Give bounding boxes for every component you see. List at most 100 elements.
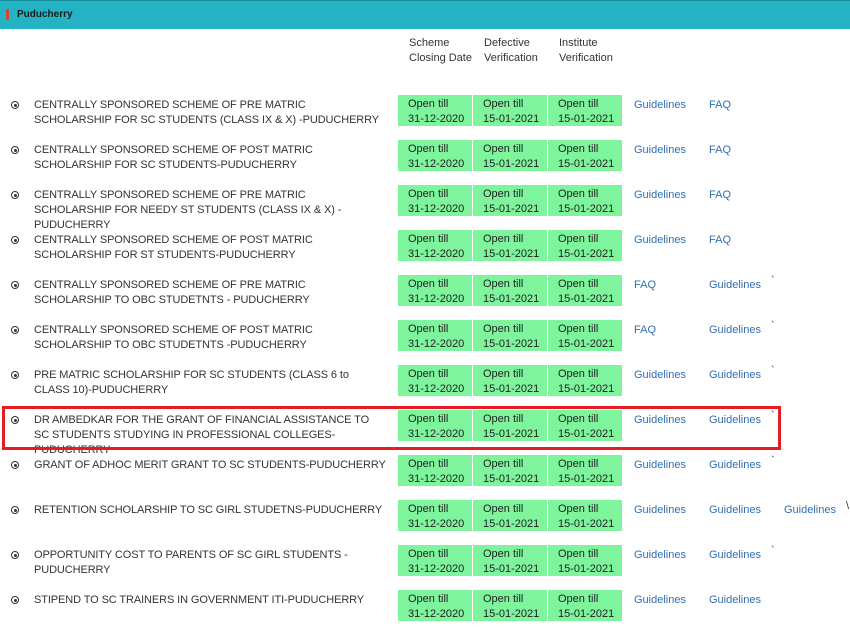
scheme-radio-button[interactable] <box>11 236 19 244</box>
scheme-radio-button[interactable] <box>11 461 19 469</box>
faq-link[interactable]: FAQ <box>709 188 731 203</box>
guidelines-link[interactable]: Guidelines <box>784 503 836 518</box>
status-label: Open till <box>558 593 599 605</box>
status-label: Open till <box>483 323 524 335</box>
region-header[interactable]: Puducherry <box>0 0 850 29</box>
status-date: 31-12-2020 <box>408 113 465 125</box>
guidelines-link[interactable]: Guidelines <box>634 368 686 383</box>
status-label: Open till <box>558 503 599 515</box>
status-label: Open till <box>558 98 599 110</box>
status-label: Open till <box>483 503 524 515</box>
status-date: 31-12-2020 <box>408 563 465 575</box>
institute-verification-status: Open till 15-01-2021 <box>548 365 622 396</box>
column-header-defective-verification: Defective Verification <box>484 37 538 64</box>
status-date: 31-12-2020 <box>408 293 465 305</box>
status-date: 15-01-2021 <box>483 383 540 395</box>
stray-mark: ` <box>771 545 775 557</box>
status-date: 15-01-2021 <box>483 293 540 305</box>
status-date: 15-01-2021 <box>558 338 615 350</box>
status-date: 15-01-2021 <box>558 383 615 395</box>
closing-date-status: Open till 31-12-2020 <box>398 230 472 261</box>
institute-verification-status: Open till 15-01-2021 <box>548 500 622 531</box>
scheme-name: CENTRALLY SPONSORED SCHEME OF PRE MATRIC… <box>34 279 310 306</box>
guidelines-link[interactable]: Guidelines <box>634 503 686 518</box>
scheme-name: OPPORTUNITY COST TO PARENTS OF SC GIRL S… <box>34 549 348 576</box>
status-label: Open till <box>483 98 524 110</box>
defective-verification-status: Open till 15-01-2021 <box>473 230 547 261</box>
guidelines-link[interactable]: Guidelines <box>709 548 761 563</box>
scheme-radio-button[interactable] <box>11 326 19 334</box>
scheme-row: STIPEND TO SC TRAINERS IN GOVERNMENT ITI… <box>0 590 850 638</box>
status-label: Open till <box>558 323 599 335</box>
institute-verification-status: Open till 15-01-2021 <box>548 275 622 306</box>
status-label: Open till <box>408 548 449 560</box>
status-date: 15-01-2021 <box>558 473 615 485</box>
defective-verification-status: Open till 15-01-2021 <box>473 320 547 351</box>
scheme-radio-button[interactable] <box>11 101 19 109</box>
status-label: Open till <box>408 278 449 290</box>
closing-date-status: Open till 31-12-2020 <box>398 455 472 486</box>
status-label: Open till <box>558 188 599 200</box>
guidelines-link[interactable]: Guidelines <box>634 143 686 158</box>
stray-mark: ` <box>771 455 775 467</box>
scheme-radio-button[interactable] <box>11 191 19 199</box>
scheme-radio-button[interactable] <box>11 551 19 559</box>
scheme-name: CENTRALLY SPONSORED SCHEME OF PRE MATRIC… <box>34 99 380 126</box>
guidelines-link[interactable]: Guidelines <box>709 593 761 608</box>
institute-verification-status: Open till 15-01-2021 <box>548 95 622 126</box>
status-label: Open till <box>408 143 449 155</box>
scheme-radio-button[interactable] <box>11 596 19 604</box>
scheme-row: CENTRALLY SPONSORED SCHEME OF POST MATRI… <box>0 320 850 368</box>
guidelines-link[interactable]: Guidelines <box>709 323 761 338</box>
defective-verification-status: Open till 15-01-2021 <box>473 365 547 396</box>
scheme-radio-button[interactable] <box>11 146 19 154</box>
guidelines-link[interactable]: Guidelines <box>709 458 761 473</box>
guidelines-link[interactable]: Guidelines <box>709 503 761 518</box>
status-date: 15-01-2021 <box>483 248 540 260</box>
institute-verification-status: Open till 15-01-2021 <box>548 140 622 171</box>
scheme-radio-button[interactable] <box>11 371 19 379</box>
faq-link[interactable]: FAQ <box>709 98 731 113</box>
guidelines-link[interactable]: Guidelines <box>709 368 761 383</box>
status-label: Open till <box>558 368 599 380</box>
closing-date-status: Open till 31-12-2020 <box>398 275 472 306</box>
institute-verification-status: Open till 15-01-2021 <box>548 455 622 486</box>
guidelines-link[interactable]: Guidelines <box>634 593 686 608</box>
guidelines-link[interactable]: Guidelines <box>634 188 686 203</box>
closing-date-status: Open till 31-12-2020 <box>398 590 472 621</box>
guidelines-link[interactable]: Guidelines <box>634 548 686 563</box>
status-date: 15-01-2021 <box>483 158 540 170</box>
column-header-closing-date: Scheme Closing Date <box>409 37 472 64</box>
institute-verification-status: Open till 15-01-2021 <box>548 185 622 216</box>
scheme-row: CENTRALLY SPONSORED SCHEME OF PRE MATRIC… <box>0 275 850 323</box>
faq-link[interactable]: FAQ <box>709 233 731 248</box>
status-label: Open till <box>558 233 599 245</box>
status-date: 15-01-2021 <box>483 473 540 485</box>
status-label: Open till <box>408 593 449 605</box>
faq-link[interactable]: FAQ <box>709 143 731 158</box>
scheme-radio-button[interactable] <box>11 281 19 289</box>
scheme-row: CENTRALLY SPONSORED SCHEME OF PRE MATRIC… <box>0 185 850 233</box>
status-date: 15-01-2021 <box>558 248 615 260</box>
institute-verification-status: Open till 15-01-2021 <box>548 230 622 261</box>
faq-link[interactable]: FAQ <box>634 323 656 338</box>
guidelines-link[interactable]: Guidelines <box>634 233 686 248</box>
edge-mark: \ <box>846 500 850 512</box>
status-date: 31-12-2020 <box>408 473 465 485</box>
status-date: 15-01-2021 <box>558 293 615 305</box>
guidelines-link[interactable]: Guidelines <box>634 458 686 473</box>
status-date: 31-12-2020 <box>408 518 465 530</box>
status-label: Open till <box>558 143 599 155</box>
scheme-radio-button[interactable] <box>11 506 19 514</box>
closing-date-status: Open till 31-12-2020 <box>398 545 472 576</box>
faq-link[interactable]: FAQ <box>634 278 656 293</box>
collapse-marker-icon <box>6 9 9 20</box>
guidelines-link[interactable]: Guidelines <box>634 98 686 113</box>
scheme-name: CENTRALLY SPONSORED SCHEME OF PRE MATRIC… <box>34 189 342 231</box>
status-date: 15-01-2021 <box>558 203 615 215</box>
guidelines-link[interactable]: Guidelines <box>709 278 761 293</box>
status-date: 15-01-2021 <box>558 563 615 575</box>
highlight-box <box>2 406 781 450</box>
defective-verification-status: Open till 15-01-2021 <box>473 590 547 621</box>
status-label: Open till <box>483 593 524 605</box>
